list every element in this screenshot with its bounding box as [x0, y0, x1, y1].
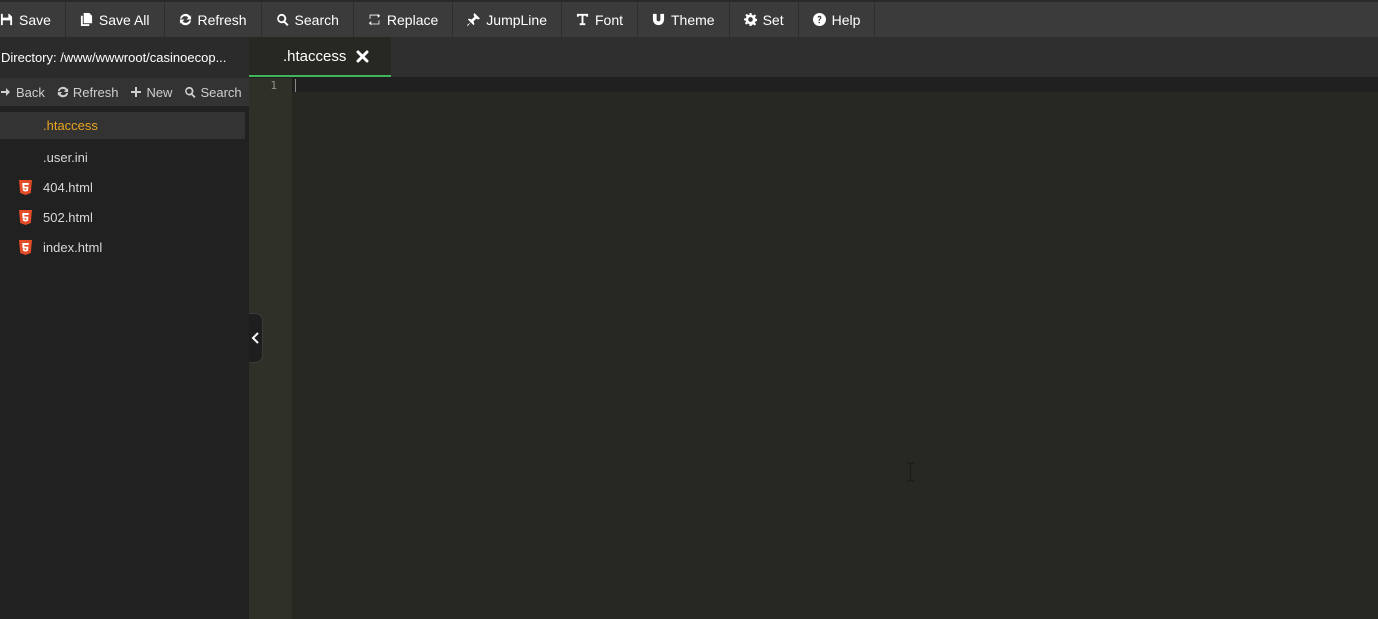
- file-name: .htaccess: [43, 118, 98, 133]
- sidebar-refresh-label: Refresh: [72, 84, 119, 100]
- jumpline-button[interactable]: JumpLine: [453, 2, 562, 37]
- search-icon: [276, 13, 289, 26]
- directory-path: Directory: /www/wwwroot/casinoecop...: [0, 37, 249, 78]
- save-button-label: Save: [19, 11, 51, 28]
- refresh-button[interactable]: Refresh: [165, 2, 262, 37]
- html5-icon: [19, 180, 32, 195]
- file-item-index-html[interactable]: index.html: [0, 232, 249, 262]
- active-line-highlight: [292, 78, 1378, 92]
- back-arrow-icon: [1, 88, 10, 96]
- gear-icon: [743, 13, 757, 26]
- back-button[interactable]: Back: [0, 85, 51, 100]
- text-caret: [295, 79, 296, 92]
- text-icon: [576, 13, 589, 26]
- save-all-button-label: Save All: [98, 11, 150, 28]
- back-button-label: Back: [16, 84, 45, 100]
- replace-button[interactable]: Replace: [354, 2, 454, 37]
- file-item-404-html[interactable]: 404.html: [0, 172, 249, 202]
- top-toolbar: Save Save All Refresh Search Replace Jum…: [0, 0, 1378, 37]
- chevron-left-icon: [251, 332, 259, 344]
- sidebar-refresh-button[interactable]: Refresh: [57, 85, 125, 100]
- editor-tabbar: .htaccess: [249, 37, 1378, 78]
- question-icon: [812, 13, 826, 26]
- font-button[interactable]: Font: [562, 2, 638, 37]
- sidebar-search-label: Search: [200, 84, 242, 100]
- pin-icon: [467, 13, 481, 26]
- sidebar-collapse-handle[interactable]: [249, 313, 263, 363]
- jumpline-button-label: JumpLine: [486, 11, 547, 28]
- search-button[interactable]: Search: [262, 2, 354, 37]
- ibeam-cursor-icon: [907, 462, 914, 482]
- refresh-icon: [57, 86, 69, 98]
- help-button-label: Help: [831, 11, 861, 28]
- file-name: index.html: [43, 239, 103, 255]
- theme-button[interactable]: Theme: [638, 2, 730, 37]
- sidebar-actions: Back Refresh New Search: [0, 78, 249, 106]
- file-name: 502.html: [43, 209, 93, 225]
- font-button-label: Font: [594, 11, 623, 28]
- file-item-502-html[interactable]: 502.html: [0, 202, 249, 232]
- magnet-icon: [652, 13, 665, 26]
- replace-button-label: Replace: [386, 11, 439, 28]
- refresh-icon: [179, 13, 191, 26]
- new-file-label: New: [146, 84, 173, 100]
- floppy-disk-icon: [0, 13, 13, 26]
- tab-label: .htaccess: [283, 47, 347, 65]
- new-file-button[interactable]: New: [130, 85, 178, 100]
- theme-button-label: Theme: [671, 11, 715, 28]
- html5-icon: [19, 210, 32, 225]
- tab-htaccess[interactable]: .htaccess: [249, 37, 391, 77]
- html5-icon: [19, 240, 32, 255]
- files-icon: [80, 13, 92, 26]
- refresh-button-label: Refresh: [197, 11, 247, 28]
- file-item-user-ini[interactable]: .user.ini: [0, 142, 249, 172]
- plus-icon: [131, 87, 142, 97]
- file-sidebar: Directory: /www/wwwroot/casinoecop... Ba…: [0, 37, 249, 619]
- set-button[interactable]: Set: [730, 2, 799, 37]
- save-button[interactable]: Save: [0, 2, 66, 37]
- file-list: .htaccess .user.ini 404.html 502.html in…: [0, 112, 249, 262]
- search-button-label: Search: [294, 11, 339, 28]
- file-name: 404.html: [43, 179, 93, 195]
- help-button[interactable]: Help: [799, 2, 876, 37]
- save-all-button[interactable]: Save All: [66, 2, 165, 37]
- sidebar-search-button[interactable]: Search: [184, 85, 247, 100]
- file-item-htaccess[interactable]: .htaccess: [0, 112, 245, 139]
- tab-close-button[interactable]: [356, 50, 369, 63]
- set-button-label: Set: [762, 11, 784, 28]
- replace-icon: [368, 13, 381, 26]
- line-number: 1: [270, 79, 277, 92]
- code-editor[interactable]: [292, 78, 1378, 619]
- file-name: .user.ini: [43, 149, 88, 165]
- search-icon: [185, 86, 197, 98]
- close-icon: [356, 50, 369, 62]
